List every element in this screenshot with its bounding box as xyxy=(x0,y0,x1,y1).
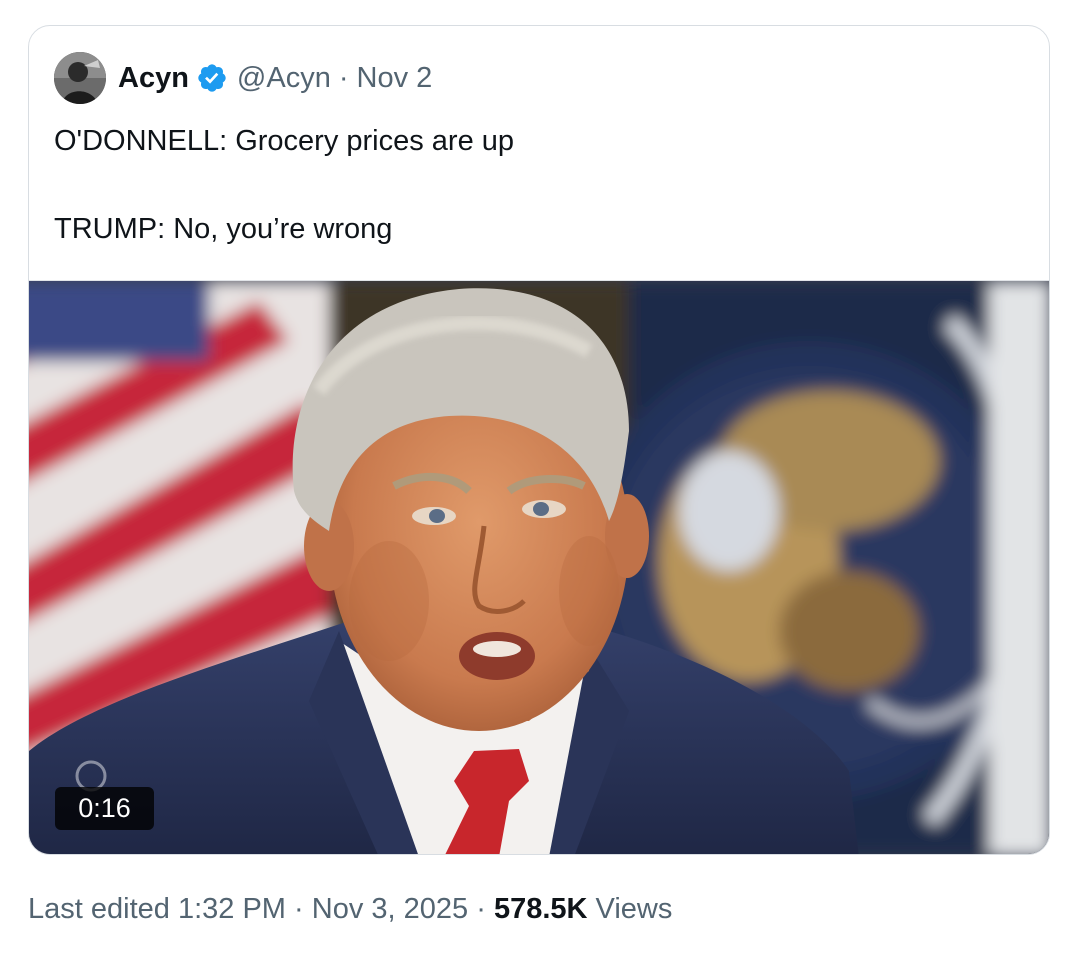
video-thumbnail xyxy=(29,281,1049,854)
meta-separator-2: · xyxy=(476,893,486,925)
video-duration-badge: 0:16 xyxy=(55,787,154,830)
meta-separator-1: · xyxy=(294,893,304,925)
tweet-text-line-2: TRUMP: No, you’re wrong xyxy=(54,213,393,245)
header-separator: · xyxy=(338,61,349,94)
video-player[interactable]: 0:16 xyxy=(29,280,1049,854)
tweet-text-line-1: O'DONNELL: Grocery prices are up xyxy=(54,125,515,157)
tweet-text: O'DONNELL: Grocery prices are up TRUMP: … xyxy=(54,119,1014,251)
views-label: Views xyxy=(595,893,673,925)
last-edited-time[interactable]: Last edited 1:32 PM xyxy=(28,893,286,925)
views-count[interactable]: 578.5K xyxy=(494,893,588,925)
tweet-meta: Last edited 1:32 PM · Nov 3, 2025 · 578.… xyxy=(28,893,672,926)
author-handle[interactable]: @Acyn xyxy=(237,62,331,95)
quoted-tweet-card[interactable]: Acyn @Acyn · Nov 2 O'DONNELL: Grocery pr… xyxy=(28,25,1050,855)
author-name[interactable]: Acyn xyxy=(118,62,189,95)
verified-badge-icon xyxy=(198,64,226,92)
tweet-date[interactable]: Nov 2 xyxy=(357,62,433,95)
author-avatar[interactable] xyxy=(54,52,106,104)
tweet-header: Acyn @Acyn · Nov 2 xyxy=(54,50,432,106)
post-date[interactable]: Nov 3, 2025 xyxy=(312,893,468,925)
